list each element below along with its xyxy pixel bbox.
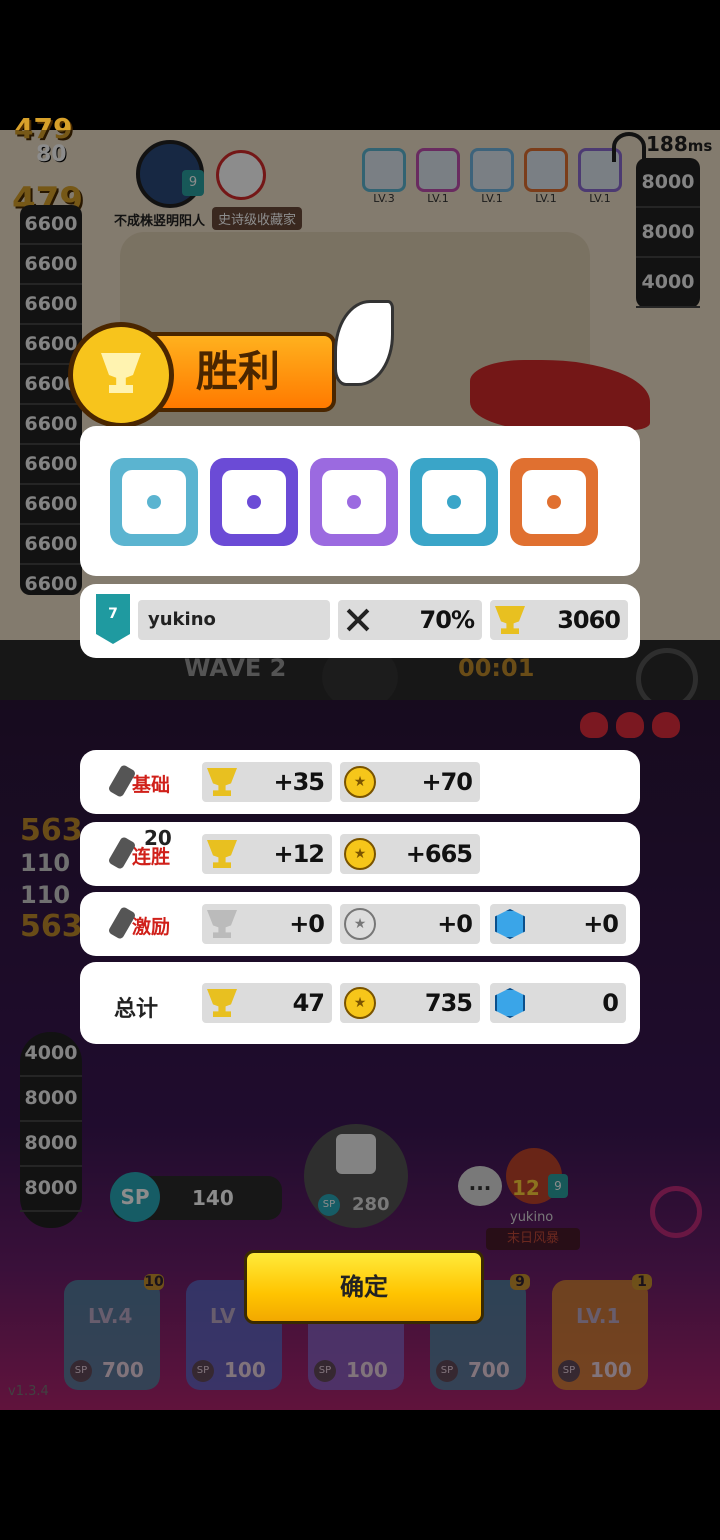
gem-icon [490,983,530,1023]
card-face [322,470,386,534]
purple-orb-card[interactable] [310,458,398,546]
card-core-icon [447,495,461,509]
coin-value: +0 [437,910,473,938]
frost-card[interactable] [410,458,498,546]
trophy-value: +35 [273,768,325,796]
card-core-icon [547,495,561,509]
coin-value: +665 [405,840,473,868]
gem-icon [490,904,530,944]
card-face [122,470,186,534]
reward-row-label: 总计 [114,997,159,1022]
summary-player-name: yukino [148,609,216,630]
coin-icon: ★ [340,904,380,944]
coin-value: +70 [421,768,473,796]
gem-cell: 0 [490,983,626,1023]
trophy-icon [101,353,141,393]
trophy-value: +12 [273,840,325,868]
coin-cell: ★ +665 [340,834,480,874]
trophy-icon [202,904,242,944]
win-rate-cell: 70% [338,600,482,640]
reward-row-2: 激励 +0 ★ +0 +0 [80,892,640,956]
coin-value: 735 [424,989,473,1017]
card-core-icon [247,495,261,509]
trophy-cell: +0 [202,904,332,944]
coin-icon: ★ [340,983,380,1023]
gem-cell: +0 [490,904,626,944]
infinity-card[interactable] [510,458,598,546]
crossed-swords-icon [338,600,378,640]
bottom-black-bar [0,1410,720,1540]
reward-row-0: 基础 +35 ★ +70 [80,750,640,814]
reward-cards-panel [80,426,640,576]
coin-icon: ★ [340,834,380,874]
coin-cell: ★ +0 [340,904,480,944]
player-level-ribbon: 7 [96,594,130,644]
victory-banner: 胜利 [68,322,336,428]
top-black-bar [0,0,720,130]
confirm-button[interactable]: 确定 [244,1250,484,1324]
player-summary-panel: 7 yukino 70% 3060 [80,584,640,658]
gem-value: 0 [602,989,619,1017]
trophy-icon [202,762,242,802]
card-face [522,470,586,534]
reward-row-label: 基础 [132,774,171,796]
trophy-cell: +12 [202,834,332,874]
trophy-cell: 47 [202,983,332,1023]
reward-row-1: 连胜 20 +12 ★ +665 [80,822,640,886]
card-face [422,470,486,534]
trophy-icon [202,983,242,1023]
gold-trophy-medal-icon [68,322,174,428]
trophy-value: 47 [292,989,325,1017]
card-face [222,470,286,534]
coin-cell: ★ 735 [340,983,480,1023]
card-core-icon [347,495,361,509]
coin-icon: ★ [340,762,380,802]
coin-cell: ★ +70 [340,762,480,802]
reward-row-label: 激励 [132,916,171,938]
win-rate-value: 70% [419,606,475,634]
gem-value: +0 [583,910,619,938]
trophy-cell: +35 [202,762,332,802]
trophy-total-value: 3060 [557,606,621,634]
card-core-icon [147,495,161,509]
streak-count: 20 [144,826,172,850]
trophy-value: +0 [289,910,325,938]
player-name-cell: yukino [138,600,330,640]
trophy-icon [490,600,530,640]
blessing-card[interactable] [210,458,298,546]
trophy-total-cell: 3060 [490,600,628,640]
vortex-card[interactable] [110,458,198,546]
reward-row-3: 总计 47 ★ 735 0 [80,962,640,1044]
trophy-icon [202,834,242,874]
